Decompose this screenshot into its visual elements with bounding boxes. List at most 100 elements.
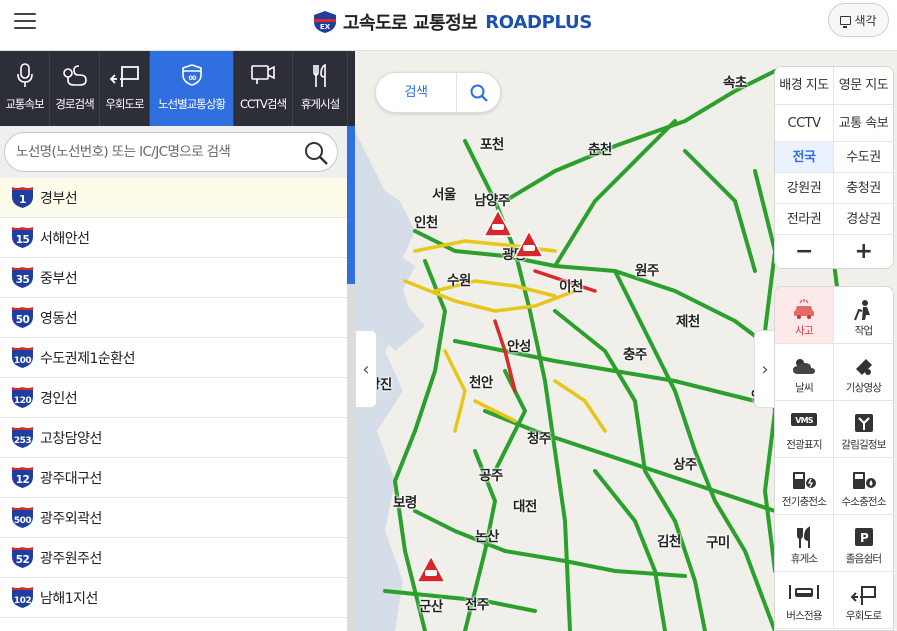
accident-marker-icon[interactable] (415, 554, 447, 584)
city-label: 포천 (480, 137, 504, 153)
svg-text:100: 100 (14, 356, 32, 366)
collapse-panel-button[interactable]: ‹ (355, 330, 377, 408)
layer-traffic-news[interactable]: 교통 속보 (834, 105, 893, 142)
search-icon[interactable] (304, 141, 328, 165)
route-list-item[interactable]: 1 경부선 (0, 178, 347, 218)
scrollbar-thumb[interactable] (347, 126, 355, 284)
app-brand: ROADPLUS (485, 11, 593, 33)
route-name: 광주외곽선 (40, 510, 102, 527)
search-icon[interactable] (470, 84, 488, 102)
tool-vms-sign[interactable]: VMS 전광표지 (775, 401, 834, 458)
route-shield-icon: 50 (12, 307, 33, 328)
route-icon (62, 65, 87, 86)
highway-segment (593, 469, 667, 631)
city-label: 논산 (475, 529, 499, 545)
tool-label: 작업 (854, 325, 874, 337)
layer-base-map[interactable]: 배경 지도 (775, 67, 834, 105)
route-name: 서해안선 (40, 230, 90, 247)
svg-text:00: 00 (188, 74, 197, 82)
tool-junction[interactable]: 갈림길정보 (834, 401, 893, 458)
tool-ev-charger[interactable]: 전기충전소 (775, 458, 834, 515)
tool-bus-lane[interactable]: 버스전용 (775, 572, 834, 629)
tool-label: 사고 (795, 325, 814, 337)
tool-parking[interactable]: P 졸음쉼터 (834, 515, 893, 572)
region-jeolla[interactable]: 전라권 (775, 204, 834, 235)
route-list-item[interactable]: 52 광주원주선 (0, 538, 347, 578)
svg-text:50: 50 (16, 314, 30, 326)
city-label: 원주 (635, 263, 659, 279)
region-gyeongsang[interactable]: 경상권 (834, 204, 893, 235)
highway-shield-icon: 00 (181, 64, 202, 86)
highway-segment (383, 589, 537, 613)
map-tool-panel: 사고 작업날씨 기상영상 VMS 전광표지 갈림길정보 전기충전소 수소충전소 휴게소 P 졸음쉼터… (774, 286, 894, 631)
color-vision-button[interactable]: 색각 (828, 3, 889, 37)
app-title: 고속도로 교통정보 (343, 13, 478, 34)
route-list-item[interactable]: 500 광주외곽선 (0, 498, 347, 538)
menu-icon[interactable] (14, 13, 36, 31)
tab-label: 경로검색 (55, 97, 94, 111)
tool-weather-video[interactable]: 기상영상 (834, 344, 893, 401)
list-item[interactable] (0, 618, 347, 631)
tool-weather-cloud[interactable]: 날씨 (775, 344, 834, 401)
map-search-label[interactable]: 검색 (376, 73, 456, 112)
route-list: 1 경부선 15 서해안선 35 중부선 50 영동선 100 수도권제1순환선 120 경인선 253… (0, 178, 347, 631)
chevron-right-icon: › (761, 358, 769, 380)
tab-traffic-news[interactable]: 교통속보 (0, 51, 50, 126)
tool-label: 버스전용 (786, 610, 822, 622)
layer-english-map[interactable]: 영문 지도 (834, 67, 893, 105)
zoom-out-button[interactable]: − (775, 235, 834, 268)
city-label: 대전 (513, 499, 537, 515)
route-name: 광주원주선 (40, 550, 102, 567)
city-label: 보령 (393, 495, 417, 511)
route-list-item[interactable]: 253 고창담양선 (0, 418, 347, 458)
tool-hydrogen-charger[interactable]: 수소충전소 (834, 458, 893, 515)
accident-marker-icon[interactable] (513, 229, 545, 259)
route-name: 중부선 (40, 270, 78, 287)
svg-text:120: 120 (14, 396, 32, 406)
tool-construction-worker[interactable]: 작업 (834, 287, 893, 344)
route-list-item[interactable]: 50 영동선 (0, 298, 347, 338)
tool-detour[interactable]: 우회도로 (834, 572, 893, 629)
route-list-item[interactable]: 100 수도권제1순환선 (0, 338, 347, 378)
route-list-item[interactable]: 12 광주대구선 (0, 458, 347, 498)
tab-route-traffic[interactable]: 00 노선별교통상황 (150, 51, 234, 126)
city-label: 청주 (527, 431, 551, 447)
tab-rest-area[interactable]: 휴게시설 (293, 51, 348, 126)
map-search-bar[interactable]: 검색 (375, 72, 501, 113)
route-shield-icon: 100 (12, 347, 33, 368)
svg-text:102: 102 (14, 596, 32, 606)
zoom-in-button[interactable]: + (834, 235, 893, 268)
region-capital[interactable]: 수도권 (834, 142, 893, 173)
tab-cctv[interactable]: CCTV검색 (234, 51, 293, 126)
route-search-input[interactable] (5, 133, 295, 171)
tab-label: 우회도로 (105, 97, 144, 111)
parking-icon: P (854, 528, 873, 546)
route-list-item[interactable]: 120 경인선 (0, 378, 347, 418)
city-label: 남양주 (474, 193, 510, 209)
city-label: 전주 (465, 597, 489, 613)
layer-cctv[interactable]: CCTV (775, 105, 834, 142)
tool-label: 졸음쉼터 (845, 553, 882, 565)
tool-label: 날씨 (795, 382, 814, 394)
tool-accident-car[interactable]: 사고 (775, 287, 834, 344)
brand-logo[interactable]: EX 고속도로 교통정보 ROADPLUS (312, 8, 592, 36)
route-list-item[interactable]: 35 중부선 (0, 258, 347, 298)
route-list-item[interactable]: 15 서해안선 (0, 218, 347, 258)
tab-route-search[interactable]: 경로검색 (50, 51, 100, 126)
tool-rest-area[interactable]: 휴게소 (775, 515, 834, 572)
color-vision-label: 색각 (854, 13, 877, 28)
city-label: 수원 (447, 273, 471, 289)
accident-marker-icon[interactable] (482, 208, 514, 238)
tab-detour[interactable]: 우회도로 (100, 51, 150, 126)
expand-panel-button[interactable]: › (754, 330, 776, 408)
region-nationwide[interactable]: 전국 (775, 142, 834, 173)
region-gangwon[interactable]: 강원권 (775, 173, 834, 204)
route-shield-icon: 102 (12, 587, 33, 608)
ev-charger-icon (793, 472, 816, 489)
route-name: 경부선 (40, 190, 78, 207)
svg-text:15: 15 (16, 234, 30, 246)
svg-text:500: 500 (14, 516, 32, 526)
route-list-item[interactable]: 102 남해1지선 (0, 578, 347, 618)
route-list-scrollbar[interactable] (347, 126, 355, 631)
region-chungcheong[interactable]: 충청권 (834, 173, 893, 204)
